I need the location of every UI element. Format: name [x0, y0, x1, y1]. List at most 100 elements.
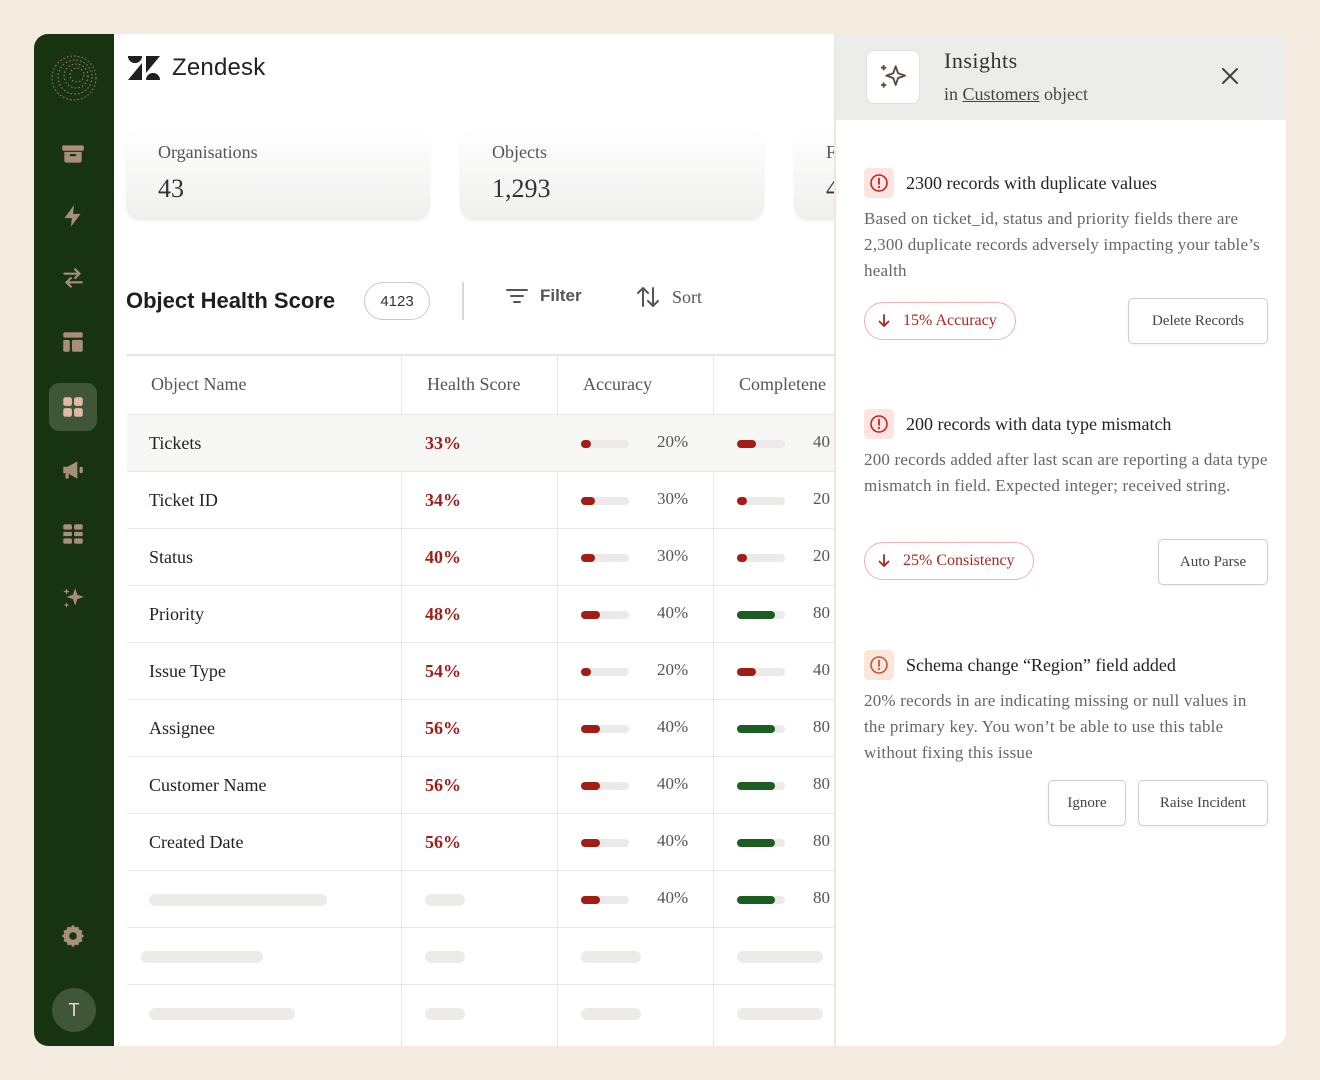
- accuracy-value: 30%: [657, 489, 689, 508]
- completeness-value: 20: [813, 546, 830, 565]
- megaphone-icon[interactable]: [49, 446, 97, 494]
- progress-fill: [737, 668, 757, 676]
- completeness-value: 40: [813, 660, 830, 679]
- sort-label: Sort: [672, 286, 703, 307]
- progress-fill: [581, 725, 601, 733]
- table-row[interactable]: Assignee 56% 40% 80: [127, 699, 836, 756]
- column-header[interactable]: Object Name: [151, 355, 246, 414]
- insight-description: 20% records in are indicating missing or…: [864, 691, 1247, 762]
- main-content: Zendesk Organisations 43 Objects 1,293 F…: [114, 34, 836, 1046]
- accuracy-value: 20%: [657, 432, 689, 451]
- transfer-icon[interactable]: [49, 254, 97, 302]
- progress-fill: [737, 839, 776, 847]
- object-name: Assignee: [149, 717, 215, 738]
- archive-icon[interactable]: [49, 130, 97, 178]
- health-score: 33%: [425, 432, 461, 453]
- accuracy-value: 30%: [657, 546, 689, 565]
- table-row[interactable]: Priority 48% 40% 80: [127, 585, 836, 642]
- progress-fill: [581, 440, 591, 448]
- stat-label: Objects: [492, 142, 547, 162]
- impact-badge: 25% Consistency: [864, 542, 1034, 580]
- skeleton-placeholder: [425, 951, 465, 963]
- object-name: Created Date: [149, 831, 244, 852]
- progress-fill: [581, 896, 601, 904]
- object-name: Tickets: [149, 432, 202, 453]
- skeleton-placeholder: [425, 894, 465, 906]
- health-score: 56%: [425, 717, 461, 738]
- insight-title: 200 records with data type mismatch: [906, 413, 1172, 434]
- avatar[interactable]: T: [52, 988, 96, 1032]
- progress-bar: [581, 896, 629, 904]
- table-row[interactable]: 40% 80: [127, 870, 836, 927]
- object-name: Issue Type: [149, 660, 226, 681]
- table-row[interactable]: Tickets 33% 20% 40: [127, 414, 836, 471]
- progress-bar: [737, 611, 785, 619]
- insights-panel: Insights in Customers object 2300 record…: [834, 34, 1286, 1046]
- avatar-initial: T: [68, 999, 80, 1020]
- progress-fill: [737, 896, 776, 904]
- column-header[interactable]: Health Score: [427, 355, 520, 414]
- sparkle-icon[interactable]: [49, 574, 97, 622]
- table-row[interactable]: Issue Type 54% 20% 40: [127, 642, 836, 699]
- ignore-button[interactable]: Ignore: [1048, 780, 1126, 826]
- progress-fill: [737, 440, 757, 448]
- filter-icon: [506, 289, 528, 303]
- stat-card-objects[interactable]: Objects 1,293: [460, 130, 764, 220]
- brand[interactable]: Zendesk: [128, 54, 265, 82]
- skeleton-placeholder: [425, 1008, 465, 1020]
- completeness-value: 80: [813, 888, 830, 907]
- completeness-value: 80: [813, 774, 830, 793]
- progress-fill: [581, 611, 601, 619]
- progress-bar: [581, 782, 629, 790]
- table-row[interactable]: Status 40% 30% 20: [127, 528, 836, 585]
- column-header[interactable]: Completene: [739, 355, 826, 414]
- app-window: T Zendesk Organisations 43 Objects 1,293…: [34, 34, 1286, 1046]
- stat-value: 43: [158, 174, 184, 203]
- table-row[interactable]: Ticket ID 34% 30% 20: [127, 471, 836, 528]
- stat-value: 1,293: [492, 174, 551, 203]
- filter-button[interactable]: Filter: [506, 286, 582, 306]
- stat-label: Organisations: [158, 142, 258, 162]
- progress-bar: [581, 554, 629, 562]
- progress-bar: [737, 725, 785, 733]
- completeness-value: 80: [813, 831, 830, 850]
- table-row-skeleton: [127, 927, 836, 984]
- layout-icon[interactable]: [49, 318, 97, 366]
- table-grid-icon[interactable]: [49, 510, 97, 558]
- raise-incident-button[interactable]: Raise Incident: [1138, 780, 1268, 826]
- stat-card-organisations[interactable]: Organisations 43: [126, 130, 430, 220]
- accuracy-value: 40%: [657, 717, 689, 736]
- sort-button[interactable]: Sort: [636, 286, 702, 308]
- close-icon[interactable]: [1218, 64, 1242, 88]
- customers-link[interactable]: Customers: [963, 84, 1040, 104]
- progress-fill: [581, 839, 601, 847]
- gear-icon[interactable]: [49, 912, 97, 960]
- progress-fill: [581, 554, 596, 562]
- table-row[interactable]: Customer Name 56% 40% 80: [127, 756, 836, 813]
- dashboard-grid-icon[interactable]: [49, 383, 97, 431]
- impact-badge: 15% Accuracy: [864, 302, 1016, 340]
- section-title: Object Health Score: [126, 288, 336, 313]
- insights-title: Insights: [944, 48, 1018, 73]
- skeleton-placeholder: [581, 951, 641, 963]
- object-name: Customer Name: [149, 774, 267, 795]
- lightning-icon[interactable]: [49, 192, 97, 240]
- progress-fill: [581, 668, 591, 676]
- table-row[interactable]: Created Date 56% 40% 80: [127, 813, 836, 870]
- health-score: 56%: [425, 831, 461, 852]
- insights-sparkle-icon: [866, 50, 920, 104]
- divider: [462, 282, 464, 320]
- alert-icon: [864, 650, 894, 680]
- insight-title: Schema change “Region” field added: [906, 654, 1176, 675]
- progress-fill: [737, 497, 747, 505]
- auto-parse-button[interactable]: Auto Parse: [1158, 539, 1268, 585]
- completeness-value: 80: [813, 603, 830, 622]
- stat-card-partial[interactable]: F 4: [794, 130, 836, 220]
- arrow-down-icon: [878, 314, 890, 327]
- progress-fill: [737, 554, 747, 562]
- insights-header: Insights in Customers object: [836, 34, 1286, 120]
- column-header[interactable]: Accuracy: [583, 355, 652, 414]
- delete-records-button[interactable]: Delete Records: [1128, 298, 1268, 344]
- accuracy-value: 40%: [657, 831, 689, 850]
- health-score: 34%: [425, 489, 461, 510]
